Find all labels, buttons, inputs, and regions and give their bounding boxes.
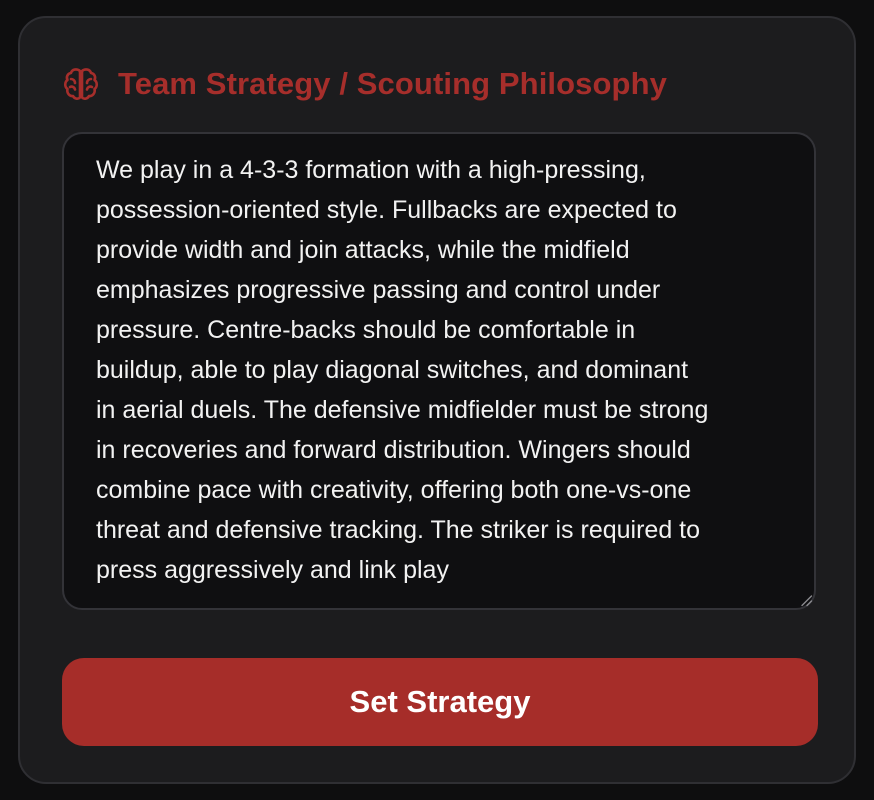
resize-handle-icon[interactable] [799, 593, 813, 607]
strategy-panel: Team Strategy / Scouting Philosophy We p… [18, 16, 856, 784]
brain-icon [62, 65, 100, 103]
strategy-text[interactable]: We play in a 4-3-3 formation with a high… [96, 150, 796, 590]
panel-title: Team Strategy / Scouting Philosophy [118, 66, 667, 101]
panel-header: Team Strategy / Scouting Philosophy [62, 64, 667, 104]
set-strategy-button[interactable]: Set Strategy [62, 658, 818, 746]
strategy-textarea[interactable]: We play in a 4-3-3 formation with a high… [62, 132, 816, 610]
